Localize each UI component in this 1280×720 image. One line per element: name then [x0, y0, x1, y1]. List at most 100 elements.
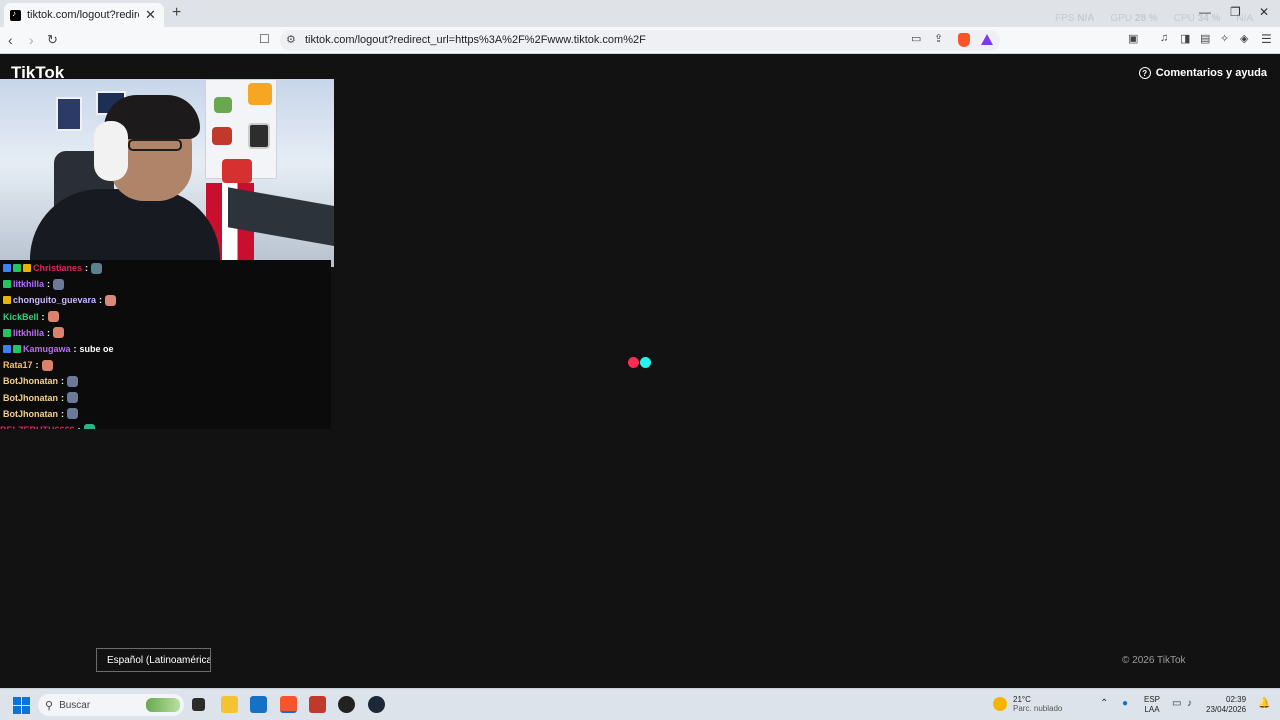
chat-message: chonguito_guevara: [0, 292, 331, 308]
close-tab-icon[interactable]: ✕ [145, 7, 156, 23]
search-placeholder: Buscar [59, 699, 91, 711]
gpu-label: GPU [1110, 13, 1133, 24]
network-icon[interactable]: ▭ [1172, 698, 1181, 709]
cast-icon[interactable]: ▭ [911, 32, 921, 45]
volume-icon[interactable]: ♪ [1187, 698, 1192, 709]
sidebar-icon[interactable]: ◨ [1180, 32, 1190, 45]
chat-separator: : [61, 376, 64, 387]
chat-separator: : [73, 344, 77, 355]
lang-line1: ESP [1144, 695, 1161, 704]
wall-poster [56, 97, 82, 131]
brave-browser-icon[interactable] [280, 696, 297, 713]
fps-value: N/A [1077, 13, 1095, 24]
chat-separator: : [47, 279, 51, 290]
media-icon[interactable]: ♫ [1160, 32, 1168, 44]
restore-icon[interactable]: ❐ [1230, 5, 1241, 19]
chat-username: litkhilla [13, 279, 45, 290]
chat-message: litkhilla: [0, 325, 331, 341]
input-language-indicator[interactable]: ESP LAA [1144, 695, 1160, 715]
voice-meeter-icon[interactable] [309, 696, 326, 713]
chat-badge-icon [13, 264, 21, 273]
help-label: Comentarios y ayuda [1155, 67, 1267, 79]
chat-separator: : [41, 311, 45, 322]
copyright-text: © 2026 TikTok [1122, 655, 1186, 666]
chat-username: Christianes [33, 263, 83, 274]
lang-line2: LAA [1144, 705, 1160, 714]
chat-emote-icon [83, 424, 95, 429]
brave-rewards-icon[interactable] [981, 34, 993, 45]
brave-shields-icon[interactable] [958, 33, 970, 47]
vpn-icon[interactable]: ◈ [1240, 32, 1248, 45]
chat-username: BotJhonatan [3, 392, 58, 403]
chat-emote-icon [53, 278, 65, 290]
forward-icon[interactable]: › [29, 32, 34, 48]
chat-message: Kamugawa: sube oe [0, 341, 331, 357]
windows-taskbar: ⚲ Buscar 21°C Parc. nublado ⌃ ● ESP LAA … [0, 688, 1280, 720]
store-icon[interactable] [250, 696, 267, 713]
task-view-icon[interactable] [192, 698, 205, 711]
taskbar-search-box[interactable]: ⚲ Buscar [38, 694, 184, 716]
feedback-help-link[interactable]: ? Comentarios y ayuda [1138, 67, 1267, 79]
chat-emote-icon [67, 408, 78, 420]
chat-separator: : [47, 327, 51, 338]
file-explorer-icon[interactable] [221, 696, 238, 713]
windows-start-icon[interactable] [13, 697, 30, 714]
system-clock[interactable]: 02:39 23/04/2026 [1206, 695, 1246, 715]
weather-temp: 21°C [1013, 695, 1031, 704]
loading-indicator [628, 357, 654, 369]
chat-message: BELZEBUTH6666: [0, 422, 331, 429]
browser-tab-bar: tiktok.com/logout?redirect_url=h ✕ + FPS… [0, 0, 1280, 27]
loader-cyan-dot [640, 357, 651, 368]
chat-emote-icon [53, 327, 65, 339]
bookmark-icon[interactable]: ☐ [259, 32, 270, 46]
chat-username: Kamugawa [23, 344, 71, 355]
extensions-icon[interactable]: ▣ [1128, 32, 1138, 45]
chat-message: KickBell: [0, 309, 331, 325]
glasses [128, 139, 182, 151]
fps-label: FPS [1055, 13, 1075, 24]
chat-message: BotJhonatan: [0, 373, 331, 389]
chat-message: Christianes: [0, 260, 331, 276]
notification-bell-icon[interactable]: 🔔 [1258, 698, 1270, 709]
url-text: tiktok.com/logout?redirect_url=https%3A%… [305, 34, 646, 46]
reload-icon[interactable]: ↻ [47, 32, 58, 48]
question-icon: ? [1138, 67, 1151, 79]
chat-message: BotJhonatan: [0, 406, 331, 422]
plush-toy [222, 159, 252, 183]
weather-widget[interactable]: 21°C Parc. nublado [993, 695, 1062, 713]
obs-studio-icon[interactable] [338, 696, 355, 713]
minimize-icon[interactable]: — [1199, 5, 1211, 19]
back-icon[interactable]: ‹ [8, 32, 13, 48]
microphone-icon[interactable]: ● [1122, 698, 1128, 709]
weather-desc: Parc. nublado [1013, 704, 1063, 713]
headphones [94, 121, 128, 181]
chat-separator: : [78, 425, 81, 429]
new-tab-icon[interactable]: + [172, 4, 181, 22]
chat-badge-icon [3, 280, 11, 289]
site-info-icon[interactable]: ⚙ [286, 33, 296, 46]
chat-separator: : [61, 408, 64, 419]
toy-figure [214, 97, 232, 113]
chevron-up-icon[interactable]: ⌃ [1100, 698, 1108, 709]
share-icon[interactable]: ⇪ [934, 32, 943, 45]
browser-tab[interactable]: tiktok.com/logout?redirect_url=h ✕ [4, 3, 164, 27]
gpu-value: 28 % [1134, 13, 1158, 24]
chat-emote-icon [91, 262, 103, 274]
tiktok-favicon-icon [10, 9, 21, 21]
partly-cloudy-icon [993, 697, 1007, 711]
clock-time: 02:39 [1226, 695, 1247, 704]
webcam-overlay [0, 79, 334, 267]
wallet-icon[interactable]: ▤ [1200, 32, 1210, 45]
menu-icon[interactable]: ☰ [1261, 32, 1272, 46]
steam-icon[interactable] [368, 696, 385, 713]
chat-badge-icon [23, 264, 31, 273]
search-icon: ⚲ [45, 699, 54, 712]
chat-emote-icon [47, 311, 59, 323]
close-window-icon[interactable]: ✕ [1259, 5, 1269, 19]
loader-red-dot [628, 357, 639, 368]
stream-chat-overlay: Christianes: litkhilla: chonguito_guevara:… [0, 260, 331, 429]
leo-ai-icon[interactable]: ✧ [1220, 32, 1229, 45]
address-bar[interactable]: ⚙ tiktok.com/logout?redirect_url=https%3… [280, 30, 1000, 51]
chat-username: BotJhonatan [3, 376, 58, 387]
language-selector[interactable]: Español (Latinoamérica) [96, 648, 211, 672]
